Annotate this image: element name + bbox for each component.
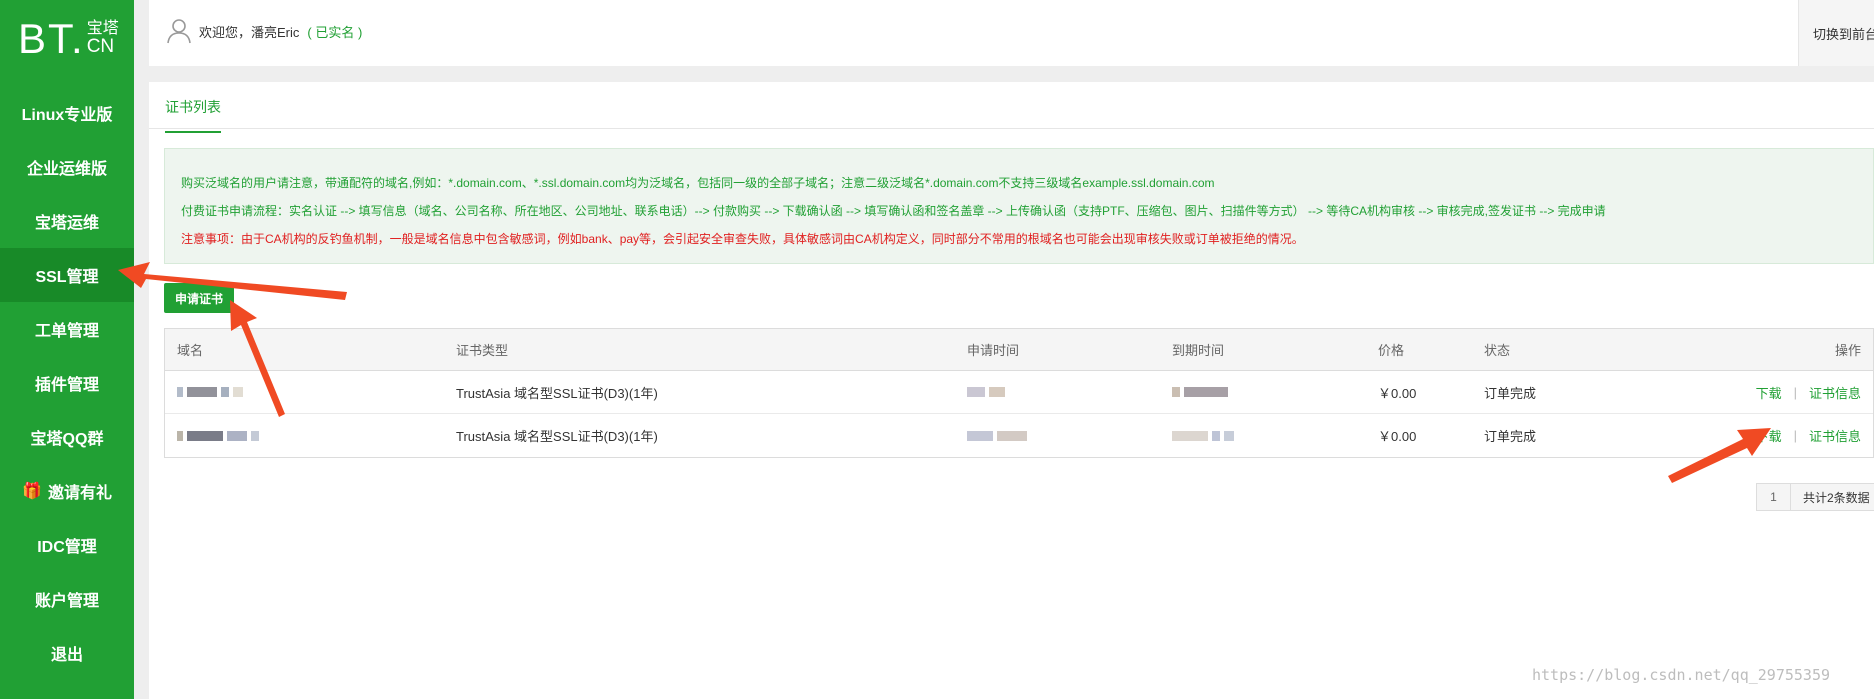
logo[interactable]: BT. 宝塔 CN xyxy=(0,0,134,78)
domain-redacted xyxy=(177,414,263,457)
sidebar-item-logout[interactable]: 退出 xyxy=(0,626,134,680)
table-row: TrustAsia 域名型SSL证书(D3)(1年) ￥0.00 订单完成 下载… xyxy=(165,371,1873,414)
expire-time-redacted xyxy=(1172,371,1232,413)
user-info: 欢迎您， 潘亮Eric ( 已实名 ) xyxy=(167,18,362,44)
tab-cert-list[interactable]: 证书列表 xyxy=(165,97,221,133)
page-number-button[interactable]: 1 xyxy=(1757,484,1791,510)
col-price: 价格 xyxy=(1378,343,1405,358)
sidebar-item-enterprise[interactable]: 企业运维版 xyxy=(0,140,134,194)
col-apply-time: 申请时间 xyxy=(967,343,1020,358)
download-link[interactable]: 下载 xyxy=(1756,426,1782,445)
pagination: 1 共计2条数据 xyxy=(1756,483,1874,511)
logo-text: BT. xyxy=(18,15,85,62)
sidebar-item-qq-group[interactable]: 宝塔QQ群 xyxy=(0,410,134,464)
logo-cn-bottom: CN xyxy=(86,36,115,58)
gift-icon: 🎁 xyxy=(22,483,42,500)
status: 订单完成 xyxy=(1484,385,1537,401)
user-avatar-icon xyxy=(167,19,191,44)
sidebar: BT. 宝塔 CN Linux专业版 企业运维版 宝塔运维 SSL管理 工单管理… xyxy=(0,0,134,699)
col-actions: 操作 xyxy=(1834,343,1861,358)
pagination-total: 共计2条数据 xyxy=(1803,490,1870,505)
main-panel: 证书列表 购买泛域名的用户请注意，带通配符的域名,例如：*.domain.com… xyxy=(149,82,1874,699)
username: 潘亮Eric xyxy=(251,24,300,40)
col-cert-type: 证书类型 xyxy=(456,343,509,358)
watermark: https://blog.csdn.net/qq_29755359 xyxy=(1532,666,1831,684)
sidebar-item-idc[interactable]: IDC管理 xyxy=(0,518,134,572)
tab-bar: 证书列表 xyxy=(149,82,1874,133)
row-actions: 下载 | 证书信息 xyxy=(1756,414,1861,457)
top-bar: 欢迎您， 潘亮Eric ( 已实名 ) 切换到前台 xyxy=(149,0,1874,66)
action-separator: | xyxy=(1793,428,1797,443)
col-expire-time: 到期时间 xyxy=(1172,343,1225,358)
sidebar-item-plugins[interactable]: 插件管理 xyxy=(0,356,134,410)
col-status: 状态 xyxy=(1484,343,1511,358)
logo-cn-top: 宝塔 xyxy=(86,19,119,37)
apply-time-redacted xyxy=(967,371,1009,413)
sidebar-item-ops[interactable]: 宝塔运维 xyxy=(0,194,134,248)
notice-warning: 注意事项：由于CA机构的反钓鱼机制，一般是域名信息中包含敏感词，例如bank、p… xyxy=(181,232,1304,246)
cert-type: TrustAsia 域名型SSL证书(D3)(1年) xyxy=(456,385,658,401)
col-domain: 域名 xyxy=(177,343,204,358)
apply-cert-button[interactable]: 申请证书 xyxy=(164,283,234,313)
switch-frontend-button[interactable]: 切换到前台 xyxy=(1798,0,1874,66)
cert-info-link[interactable]: 证书信息 xyxy=(1809,426,1861,445)
sidebar-item-linux-pro[interactable]: Linux专业版 xyxy=(0,86,134,140)
sidebar-item-invite[interactable]: 🎁 邀请有礼 xyxy=(0,464,134,518)
apply-time-redacted xyxy=(967,414,1031,457)
price: ￥0.00 xyxy=(1378,385,1417,401)
download-link[interactable]: 下载 xyxy=(1756,383,1782,402)
sidebar-item-account[interactable]: 账户管理 xyxy=(0,572,134,626)
notice-box: 购买泛域名的用户请注意，带通配符的域名,例如：*.domain.com、*.ss… xyxy=(164,148,1874,264)
domain-redacted xyxy=(177,371,247,413)
cert-info-link[interactable]: 证书信息 xyxy=(1809,383,1861,402)
price: ￥0.00 xyxy=(1378,429,1417,444)
notice-process: 付费证书申请流程：实名认证 --> 填写信息（域名、公司名称、所在地区、公司地址… xyxy=(181,204,1606,218)
verified-badge: ( 已实名 ) xyxy=(307,24,363,40)
sidebar-item-ssl[interactable]: SSL管理 xyxy=(0,248,134,302)
notice-wildcard: 购买泛域名的用户请注意，带通配符的域名,例如：*.domain.com、*.ss… xyxy=(181,176,1215,190)
cert-type: TrustAsia 域名型SSL证书(D3)(1年) xyxy=(456,429,658,444)
row-actions: 下载 | 证书信息 xyxy=(1756,371,1861,413)
sidebar-item-tickets[interactable]: 工单管理 xyxy=(0,302,134,356)
greeting-text: 欢迎您， xyxy=(199,24,252,40)
action-separator: | xyxy=(1793,384,1797,400)
table-header: 域名 证书类型 申请时间 到期时间 价格 状态 操作 xyxy=(165,329,1873,371)
expire-time-redacted xyxy=(1172,414,1238,457)
status: 订单完成 xyxy=(1484,429,1537,444)
table-row: TrustAsia 域名型SSL证书(D3)(1年) ￥0.00 订单完成 下载… xyxy=(165,414,1873,457)
cert-table: 域名 证书类型 申请时间 到期时间 价格 状态 操作 TrustAsia 域名型… xyxy=(164,328,1874,458)
